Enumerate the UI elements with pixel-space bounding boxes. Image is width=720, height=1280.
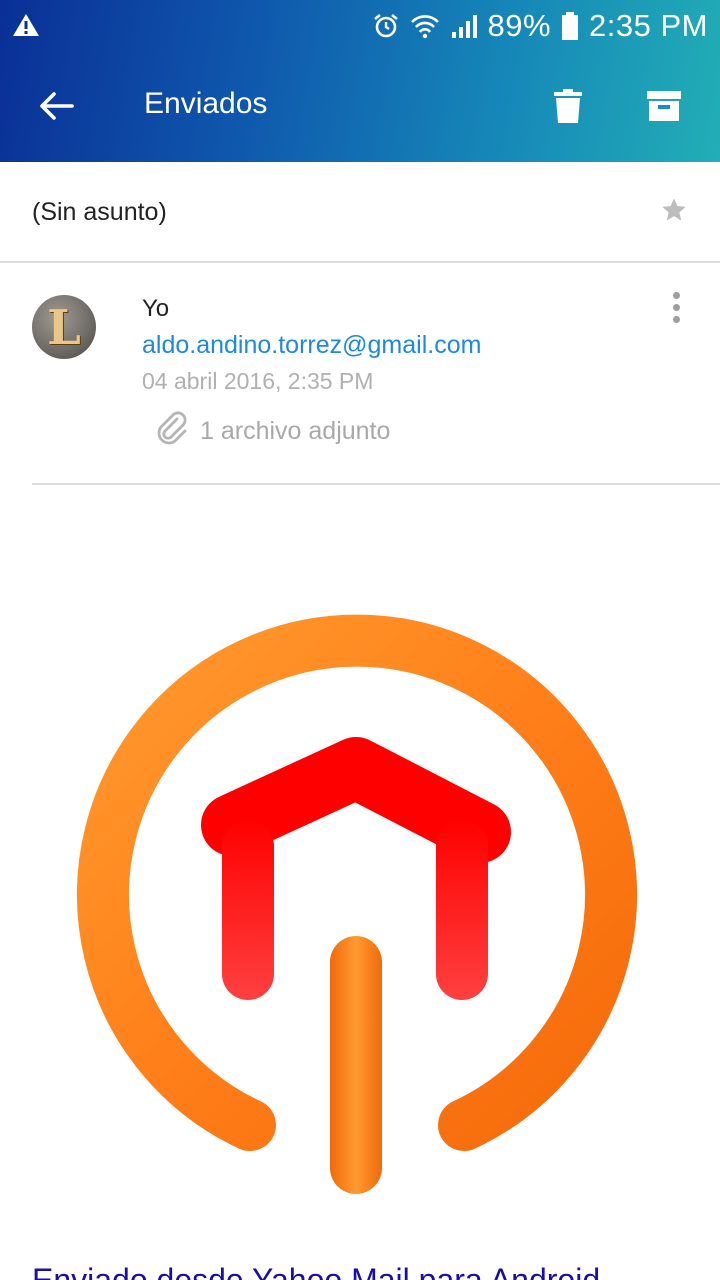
more-dot: [672, 315, 680, 323]
sent-date: 04 abril 2016, 2:35 PM: [142, 368, 374, 394]
toolbar-title: Enviados: [144, 87, 268, 120]
back-button[interactable]: [28, 80, 84, 136]
star-icon: [660, 198, 688, 228]
archive-icon: [646, 90, 682, 127]
trash-icon: [553, 88, 583, 128]
status-bar: 89% 2:35 PM: [0, 0, 720, 50]
sender-name: Yo: [142, 295, 170, 322]
battery-icon: [561, 11, 579, 41]
more-dot: [672, 291, 680, 299]
attachment-label: 1 archivo adjunto: [200, 416, 391, 445]
status-time: 2:35 PM: [589, 8, 708, 43]
signature-link[interactable]: Enviado desde Yahoo Mail para Android: [32, 1262, 600, 1280]
app-bar: 89% 2:35 PM Enviados: [0, 0, 720, 162]
star-button[interactable]: [660, 196, 690, 226]
attachment-row[interactable]: 1 archivo adjunto: [154, 411, 391, 452]
more-dot: [672, 303, 680, 311]
sender-email[interactable]: aldo.andino.torrez@gmail.com: [142, 331, 481, 360]
battery-percent: 89%: [487, 8, 552, 43]
subject-text: (Sin asunto): [32, 198, 167, 226]
sender-header: L Yo aldo.andino.torrez@gmail.com 04 abr…: [0, 263, 720, 485]
archive-button[interactable]: [636, 80, 692, 136]
avatar[interactable]: L: [32, 295, 96, 359]
signal-icon: [450, 12, 478, 40]
wifi-icon: [410, 12, 440, 40]
warning-icon: [12, 12, 40, 38]
paperclip-icon: [154, 411, 190, 452]
delete-button[interactable]: [540, 80, 596, 136]
divider: [32, 483, 720, 485]
toolbar: Enviados: [0, 52, 720, 162]
avatar-letter: L: [47, 300, 81, 356]
subject-row: (Sin asunto): [0, 162, 720, 263]
back-arrow-icon: [38, 91, 74, 126]
body-logo-image: [70, 600, 650, 1200]
more-options-button[interactable]: [658, 289, 694, 325]
alarm-icon: [372, 12, 400, 40]
